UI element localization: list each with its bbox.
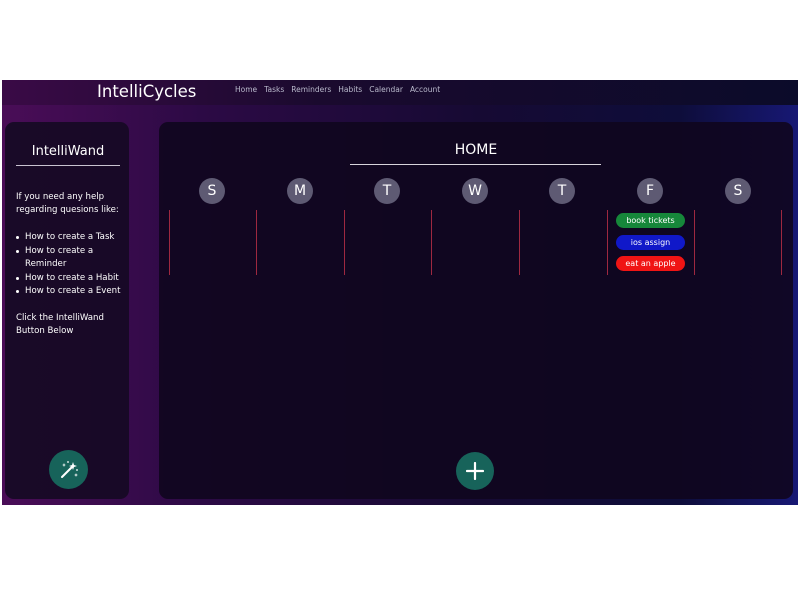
day-wednesday[interactable]: W — [462, 178, 488, 204]
nav-tasks[interactable]: Tasks — [264, 85, 284, 95]
day-monday[interactable]: M — [287, 178, 313, 204]
home-panel: HOME S M T W T F S book tickets ios assi… — [159, 122, 793, 499]
brand-title: IntelliCycles — [97, 82, 197, 101]
home-title-divider — [350, 164, 601, 165]
day-sunday[interactable]: S — [199, 178, 225, 204]
help-item-reminder-text: Reminder — [25, 259, 67, 269]
add-item-button[interactable] — [456, 452, 494, 490]
help-item-task: How to create a Task — [16, 231, 126, 245]
top-navbar: IntelliCycles Home Tasks Reminders Habit… — [2, 80, 798, 105]
plus-icon — [466, 462, 484, 480]
day-saturday[interactable]: S — [725, 178, 751, 204]
day-friday[interactable]: F — [637, 178, 663, 204]
help-intro-line2: regarding quesions like: — [16, 205, 119, 215]
intelliwand-button[interactable] — [49, 450, 88, 489]
help-outro-line1: Click the IntelliWand — [16, 313, 104, 323]
help-intro-line1: If you need any help — [16, 192, 105, 202]
nav-home[interactable]: Home — [235, 85, 257, 95]
day-separator — [781, 210, 782, 275]
nav-reminders[interactable]: Reminders — [291, 85, 331, 95]
day-separator — [607, 210, 608, 275]
magic-wand-icon — [60, 460, 78, 478]
home-title: HOME — [454, 142, 498, 158]
event-pill-eat-an-apple[interactable]: eat an apple — [616, 256, 685, 271]
nav-account[interactable]: Account — [410, 85, 440, 95]
help-topics-list: How to create a Task How to create a Rem… — [16, 231, 126, 299]
help-item-habit: How to create a Habit — [16, 272, 126, 286]
day-tuesday[interactable]: T — [374, 178, 400, 204]
event-pill-book-tickets[interactable]: book tickets — [616, 213, 685, 228]
day-separator — [431, 210, 432, 275]
day-separator — [344, 210, 345, 275]
intelliwand-title: IntelliWand — [31, 144, 105, 159]
day-thursday[interactable]: T — [549, 178, 575, 204]
app-window: IntelliCycles Home Tasks Reminders Habit… — [2, 80, 798, 505]
day-separator — [519, 210, 520, 275]
day-separator — [169, 210, 170, 275]
title-divider — [16, 165, 120, 166]
nav-calendar[interactable]: Calendar — [369, 85, 403, 95]
nav-habits[interactable]: Habits — [338, 85, 362, 95]
day-separator — [256, 210, 257, 275]
help-item-event: How to create a Event — [16, 285, 126, 299]
help-outro-line2: Button Below — [16, 326, 74, 336]
day-separator — [694, 210, 695, 275]
intelliwand-panel: IntelliWand If you need any help regardi… — [5, 122, 129, 499]
nav-links: Home Tasks Reminders Habits Calendar Acc… — [235, 85, 440, 95]
event-pill-ios-assign[interactable]: ios assign — [616, 235, 685, 250]
help-item-reminder-cont: Reminder — [16, 258, 126, 272]
help-item-reminder: How to create a — [16, 245, 126, 259]
